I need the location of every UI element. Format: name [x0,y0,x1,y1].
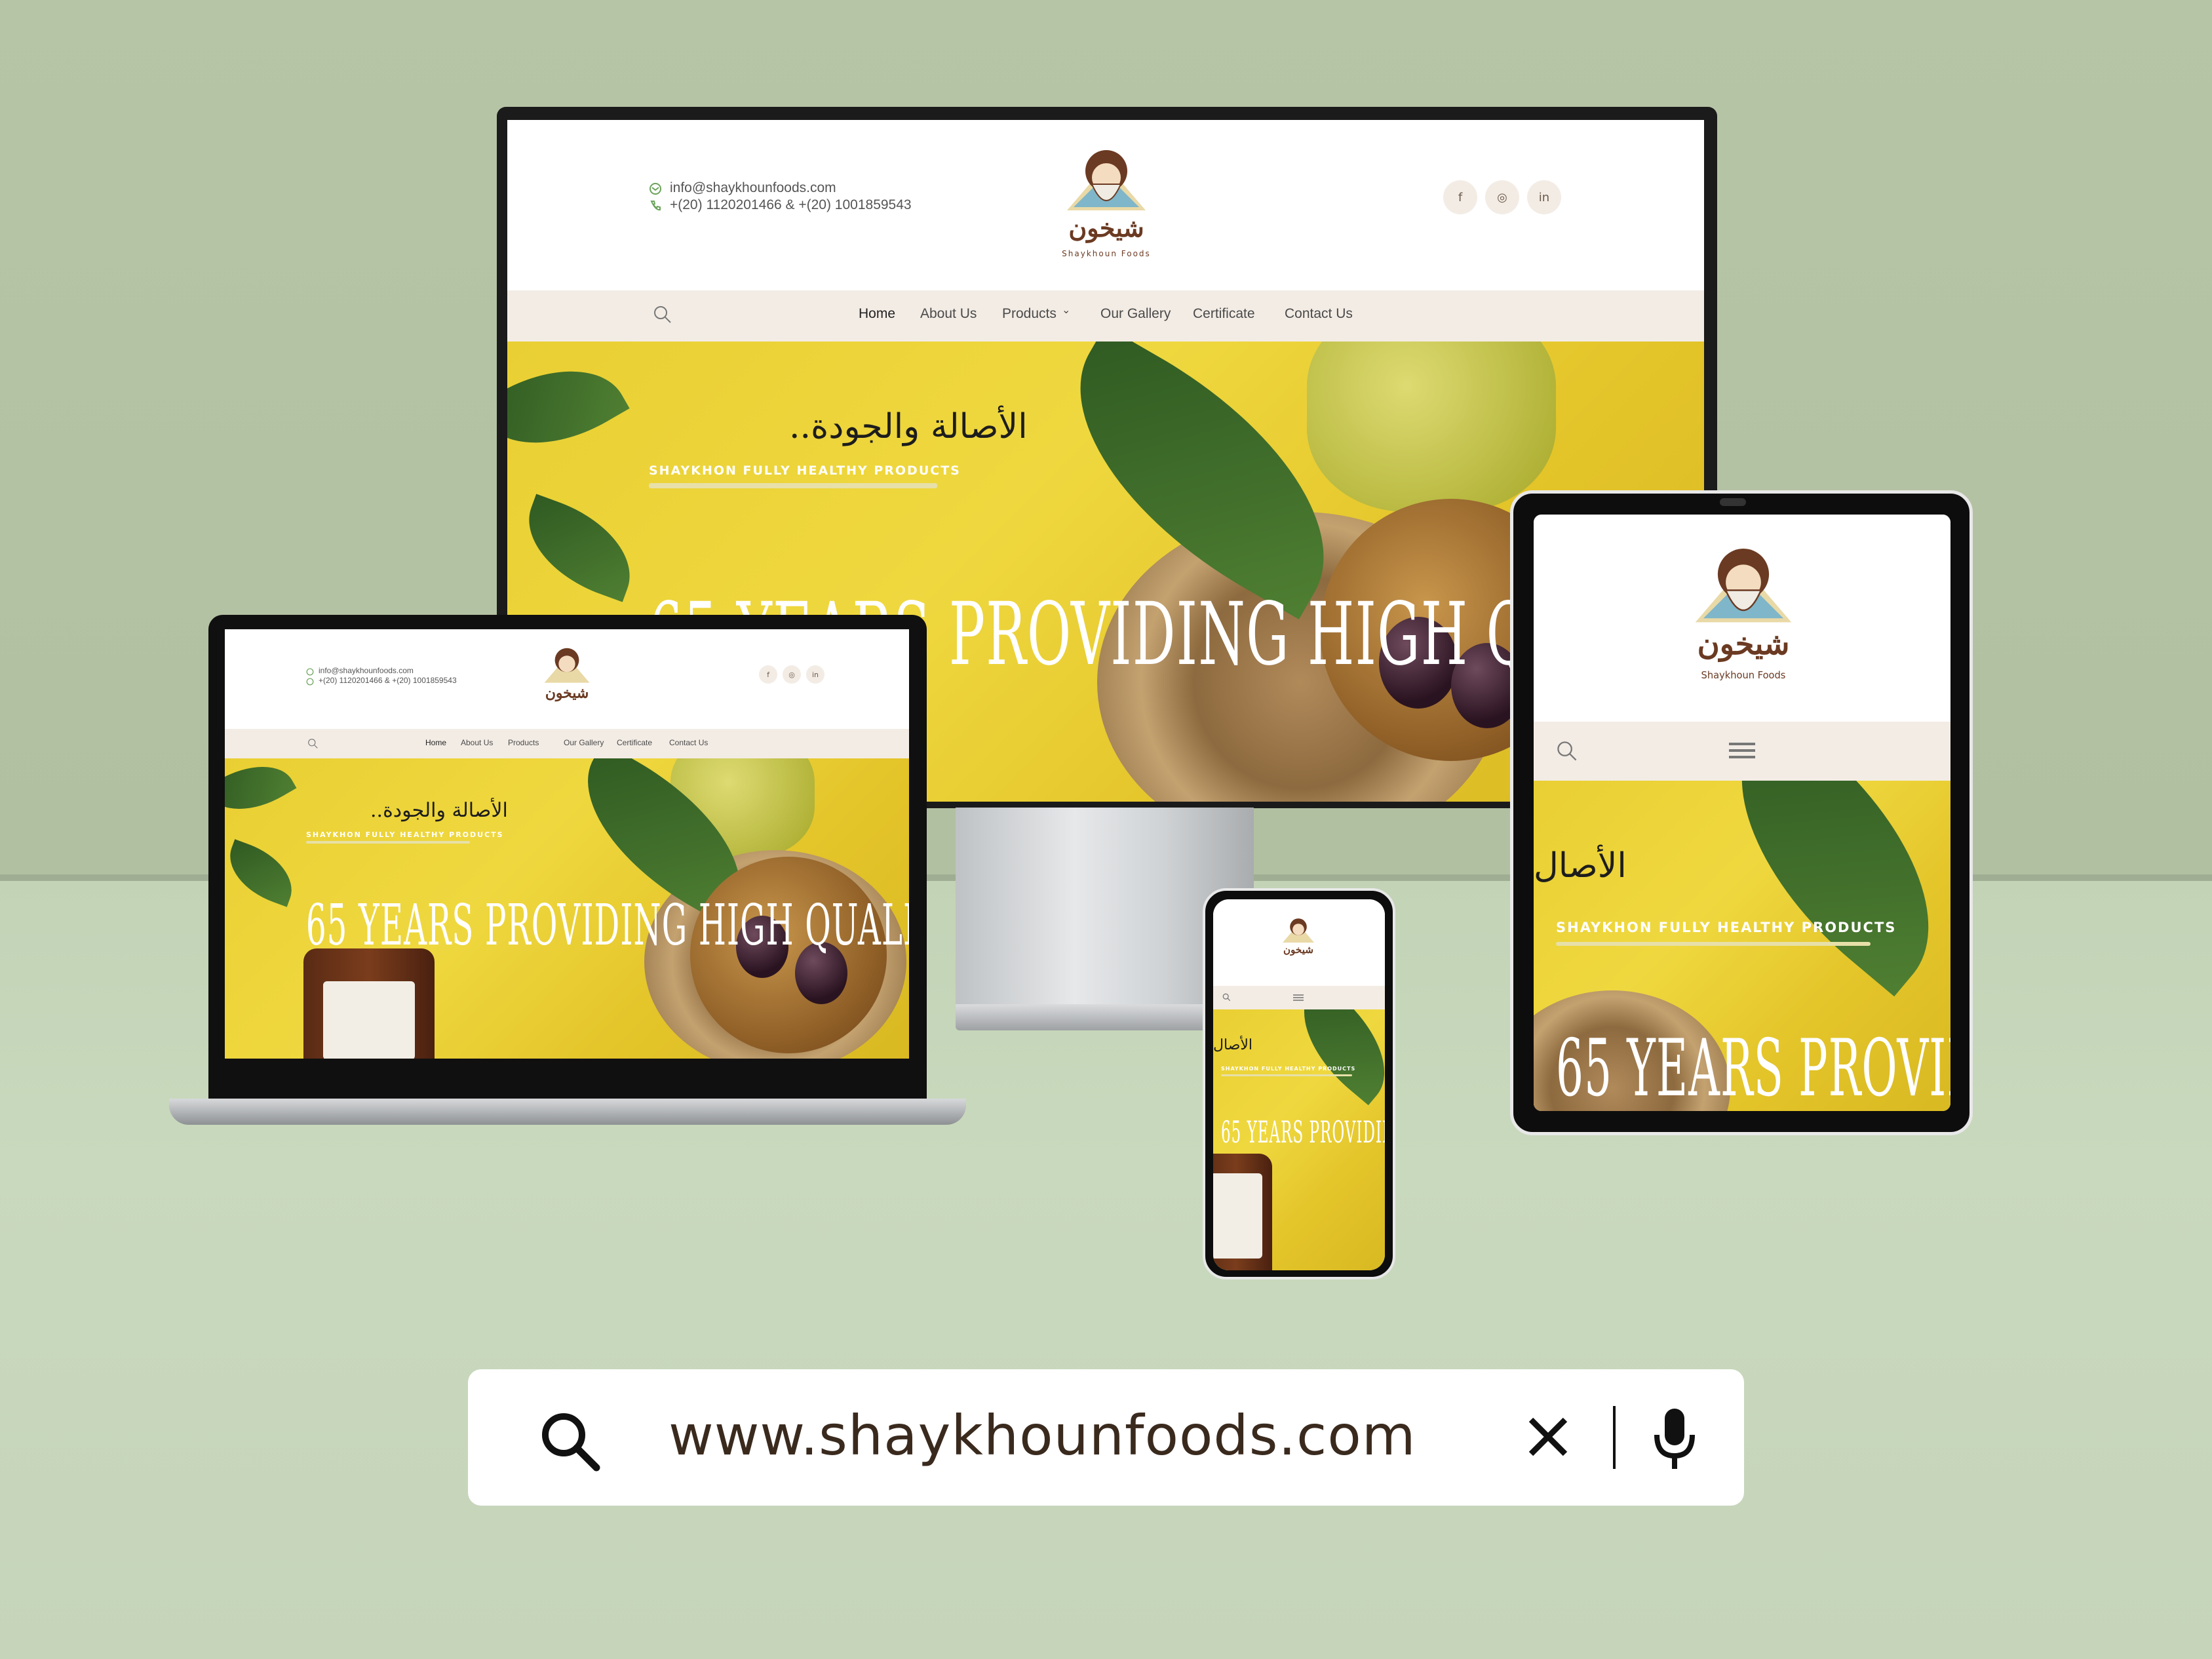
microphone-icon[interactable] [1652,1406,1698,1472]
tagline-underline [649,483,937,488]
jar-label [1213,1173,1262,1259]
hero-tagline: SHAYKHON FULLY HEALTHY PRODUCTS [649,463,961,478]
leaf-decoration [1683,781,1950,997]
svg-text:شيخون: شيخون [1698,625,1790,662]
hero-arabic-title: الأصال [1213,1037,1253,1053]
jar-label [323,981,415,1059]
nav-certificate[interactable]: Certificate [1193,306,1255,322]
svg-text:Shaykhoun Foods: Shaykhoun Foods [1701,670,1786,681]
hero-arabic-title: الأصال [1534,846,1627,886]
nav-about[interactable]: About Us [920,306,977,322]
linkedin-icon[interactable]: in [1527,180,1561,214]
site-header: شيخون Shaykhoun Foods [1534,515,1950,722]
nav-certificate[interactable]: Certificate [617,738,652,747]
facebook-icon[interactable]: f [1443,180,1477,214]
hamburger-menu-icon[interactable] [1729,741,1755,760]
search-icon[interactable] [1222,993,1231,1002]
phone-icon [306,678,314,686]
site-header: info@shaykhounfoods.com +(20) 1120201466… [507,120,1704,290]
nav-products[interactable]: Products [508,738,539,747]
tagline-underline [306,841,470,844]
contact-email[interactable]: info@shaykhounfoods.com [319,666,414,675]
facebook-icon[interactable]: f [759,665,777,684]
email-icon [650,183,661,195]
site-nav: Home About Us Products ⌄ Our Gallery Cer… [507,290,1704,342]
hero-tagline: SHAYKHON FULLY HEALTHY PRODUCTS [306,830,504,839]
laptop-base [169,1099,966,1125]
phone-website: شيخون الأصال SHAYKHON FULLY HEALTHY PROD… [1213,899,1385,1270]
hamburger-menu-icon[interactable] [1293,994,1304,1002]
hero-headline: 65 YEARS PROVIDING HIGH QUALITY PRODUCTS [306,893,909,958]
hero-banner: الأصالة والجودة.. SHAYKHON FULLY HEALTHY… [225,758,909,1059]
instagram-icon[interactable]: ◎ [1485,180,1519,214]
svg-text:شيخون: شيخون [1283,944,1313,956]
search-icon[interactable] [307,738,319,749]
site-header: info@shaykhounfoods.com +(20) 1120201466… [225,629,909,729]
tablet-camera [1720,498,1746,506]
contact-phone[interactable]: +(20) 1120201466 & +(20) 1001859543 [670,197,912,213]
tablet-website: شيخون Shaykhoun Foods الأصال SHAYKHON FUL… [1534,515,1950,1111]
leaf-decoration [1277,1009,1385,1106]
svg-text:Shaykhoun Foods: Shaykhoun Foods [1062,249,1151,258]
brand-logo[interactable]: شيخون [537,641,597,713]
site-nav: Home About Us Products Our Gallery Certi… [225,729,909,758]
nav-contact[interactable]: Contact Us [669,738,708,747]
nav-about[interactable]: About Us [461,738,493,747]
hero-headline: 65 YEARS PROVIDING [1556,1023,1950,1111]
contact-email[interactable]: info@shaykhounfoods.com [670,180,836,196]
hero-arabic-title: الأصالة والجودة.. [370,799,508,822]
site-nav [1213,986,1385,1009]
chevron-down-icon[interactable]: ⌄ [1062,303,1070,317]
search-icon[interactable] [653,305,672,324]
nav-gallery[interactable]: Our Gallery [1100,306,1171,322]
divider [1613,1406,1616,1469]
hero-banner: الأصال SHAYKHON FULLY HEALTHY PRODUCTS 6… [1213,1009,1385,1270]
leaf-decoration [225,758,297,828]
url-text[interactable]: www.shaykhounfoods.com [669,1403,1416,1468]
oil-bottle [1307,342,1556,512]
search-icon[interactable] [1556,740,1578,762]
hero-tagline: SHAYKHON FULLY HEALTHY PRODUCTS [1221,1066,1356,1072]
brand-logo[interactable]: شيخون Shaykhoun Foods [1054,138,1159,263]
hero-arabic-title: الأصالة والجودة.. [789,407,1028,446]
nav-contact[interactable]: Contact Us [1285,306,1353,322]
leaf-decoration [507,342,630,474]
leaf-decoration [225,839,303,907]
linkedin-icon[interactable]: in [806,665,825,684]
nav-home[interactable]: Home [859,306,895,322]
brand-logo[interactable]: شيخون [1277,914,1319,964]
email-icon [306,668,314,676]
close-icon[interactable] [1527,1416,1569,1458]
nav-gallery[interactable]: Our Gallery [564,738,604,747]
nav-products[interactable]: Products [1002,306,1057,322]
nav-home[interactable]: Home [425,738,446,747]
site-header: شيخون [1213,899,1385,986]
contact-phone[interactable]: +(20) 1120201466 & +(20) 1001859543 [319,676,457,685]
tagline-underline [1556,942,1871,946]
hero-headline: 65 YEARS PROVIDING [1221,1114,1385,1150]
url-search-bar[interactable]: www.shaykhounfoods.com [468,1369,1744,1506]
laptop-website: info@shaykhounfoods.com +(20) 1120201466… [225,629,909,1059]
hero-banner: الأصال SHAYKHON FULLY HEALTHY PRODUCTS 6… [1534,781,1950,1111]
leaf-decoration [511,494,648,602]
instagram-icon[interactable]: ◎ [783,665,801,684]
search-icon[interactable] [537,1409,603,1474]
svg-text:شيخون: شيخون [1068,213,1144,243]
phone-icon [650,201,661,211]
svg-text:شيخون: شيخون [545,685,589,702]
hero-tagline: SHAYKHON FULLY HEALTHY PRODUCTS [1556,920,1897,935]
brand-logo[interactable]: شيخون Shaykhoun Foods [1679,534,1808,686]
tagline-underline [1221,1074,1352,1076]
site-nav [1534,722,1950,781]
